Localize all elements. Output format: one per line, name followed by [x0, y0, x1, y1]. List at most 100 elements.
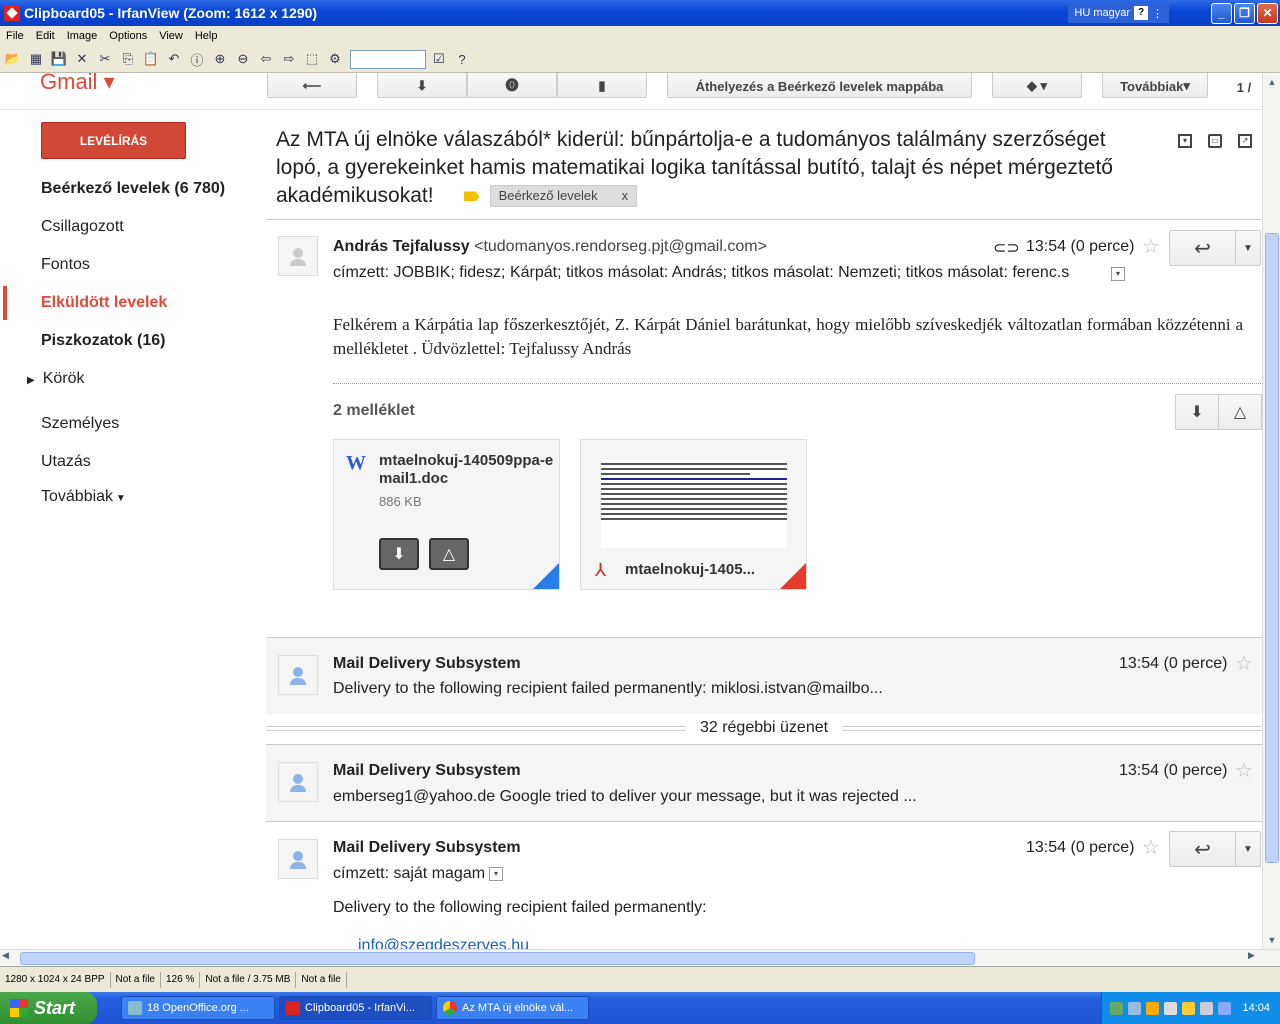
undo-icon[interactable]: ↶ [164, 49, 184, 69]
sidebar-item-personal[interactable]: Személyes [41, 415, 119, 433]
menu-file[interactable]: File [0, 30, 30, 42]
sidebar-item-more[interactable]: Továbbiak ▼ [41, 488, 126, 506]
delete-button[interactable]: ▮ [557, 73, 647, 98]
more-actions-icon[interactable]: ▼ [1236, 832, 1260, 866]
attachment-card[interactable]: ⅄ mtaelnokuj-1405... [580, 439, 807, 590]
sidebar-item-starred[interactable]: Csillagozott [41, 218, 124, 236]
zoom-in-icon[interactable]: ⊕ [210, 49, 230, 69]
menu-help[interactable]: Help [189, 30, 224, 42]
sender-name[interactable]: Mail Delivery Subsystem [333, 839, 521, 857]
sender-name[interactable]: András Tejfalussy <tudomanyos.rendorseg.… [333, 238, 767, 256]
taskbar-item-openoffice[interactable]: 18 OpenOffice.org ... [121, 996, 275, 1020]
scroll-down-icon[interactable]: ▼ [1264, 932, 1280, 948]
message-collapsed[interactable] [266, 744, 1262, 821]
thumbnails-icon[interactable]: ⬚ [302, 49, 322, 69]
tray-icon[interactable] [1110, 1001, 1124, 1015]
older-messages-bar[interactable]: 32 régebbi üzenet [266, 714, 1262, 742]
scroll-up-icon[interactable]: ▲ [1264, 74, 1280, 90]
slideshow-icon[interactable]: ▦ [26, 49, 46, 69]
new-window-icon[interactable]: ↗ [1238, 134, 1252, 148]
open-icon[interactable]: 📂 [3, 49, 23, 69]
download-all-button[interactable]: ⬇ [1175, 394, 1219, 430]
horizontal-scrollbar[interactable]: ◀ ▶ [0, 949, 1280, 966]
language-options-icon[interactable]: ⋮ [1152, 7, 1163, 20]
labels-button[interactable]: ◆ ▾ [992, 73, 1082, 98]
about-icon[interactable]: ? [452, 49, 472, 69]
sender-name[interactable]: Mail Delivery Subsystem [333, 762, 521, 780]
compose-button[interactable]: LEVÉLÍRÁS [41, 122, 186, 159]
taskbar-item-irfanview[interactable]: Clipboard05 - IrfanVi... [279, 996, 432, 1020]
move-to-inbox-button[interactable]: Áthelyezés a Beérkező levelek mappába [667, 73, 972, 98]
previous-icon[interactable]: ⇦ [256, 49, 276, 69]
maximize-button[interactable]: ❐ [1234, 2, 1255, 24]
zoom-out-icon[interactable]: ⊖ [233, 49, 253, 69]
more-button[interactable]: Továbbiak ▾ [1102, 73, 1208, 98]
sidebar-item-circles[interactable]: ▶ Körök [27, 370, 85, 388]
minimize-button[interactable]: _ [1211, 2, 1232, 24]
scroll-left-icon[interactable]: ◀ [2, 950, 9, 961]
message-collapsed[interactable] [266, 637, 1262, 714]
paste-icon[interactable]: 📋 [141, 49, 161, 69]
expand-all-icon[interactable]: ▾ [1178, 134, 1192, 148]
more-actions-icon[interactable]: ▼ [1236, 231, 1260, 265]
recipients-expand-icon[interactable]: ▾ [1111, 267, 1125, 281]
sender-name[interactable]: Mail Delivery Subsystem [333, 655, 521, 673]
sidebar-item-inbox[interactable]: Beérkező levelek (6 780) [41, 180, 225, 198]
menu-view[interactable]: View [153, 30, 189, 42]
scroll-thumb[interactable] [20, 952, 975, 965]
security-shield-icon[interactable] [1182, 1001, 1196, 1015]
tray-icon[interactable] [1164, 1001, 1178, 1015]
reply-icon[interactable]: ↩ [1170, 231, 1236, 265]
recipient-link[interactable]: info@szegdeszerves.hu [358, 937, 529, 949]
back-button[interactable]: ⟵ [267, 73, 357, 98]
drive-icon[interactable]: △ [429, 538, 469, 570]
scroll-right-icon[interactable]: ▶ [1248, 950, 1255, 961]
help-icon[interactable]: ? [1134, 6, 1148, 20]
sidebar-item-important[interactable]: Fontos [41, 256, 90, 274]
tray-icon[interactable] [1146, 1001, 1160, 1015]
sidebar-item-sent[interactable]: Elküldött levelek [41, 294, 167, 312]
sidebar-item-travel[interactable]: Utazás [41, 453, 91, 471]
menu-edit[interactable]: Edit [30, 30, 61, 42]
close-button[interactable]: ✕ [1257, 2, 1278, 24]
next-icon[interactable]: ⇨ [279, 49, 299, 69]
tray-icon[interactable] [1200, 1001, 1214, 1015]
star-icon[interactable]: ☆ [1142, 835, 1160, 860]
archive-button[interactable]: ⬇ [377, 73, 467, 98]
start-button[interactable]: Start [0, 992, 97, 1024]
vertical-scrollbar[interactable]: ▲ ▼ [1262, 73, 1280, 949]
delete-icon[interactable]: ✕ [72, 49, 92, 69]
network-icon[interactable] [1128, 1001, 1142, 1015]
reply-button[interactable]: ↩ ▼ [1169, 831, 1261, 867]
info-icon[interactable]: ⓘ [187, 49, 207, 69]
print-icon[interactable]: ▭ [1208, 134, 1222, 148]
cut-icon[interactable]: ✂ [95, 49, 115, 69]
star-icon[interactable]: ☆ [1142, 234, 1160, 259]
copy-icon[interactable]: ⎘ [118, 49, 138, 69]
paint-icon[interactable]: ☑ [429, 49, 449, 69]
attachment-card[interactable]: W mtaelnokuj-140509ppa-email1.doc 886 KB… [333, 439, 560, 590]
label-chip[interactable]: Beérkező levelek x [489, 185, 638, 208]
menu-options[interactable]: Options [103, 30, 153, 42]
remove-label-icon[interactable]: x [622, 188, 629, 203]
star-icon[interactable]: ☆ [1235, 651, 1253, 676]
volume-icon[interactable] [1218, 1001, 1232, 1015]
settings-icon[interactable]: ⚙ [325, 49, 345, 69]
sidebar-item-drafts[interactable]: Piszkozatok (16) [41, 332, 165, 350]
download-icon[interactable]: ⬇ [379, 538, 419, 570]
taskbar-item-chrome[interactable]: Az MTA új elnöke vál... [436, 996, 589, 1020]
gmail-logo[interactable]: Gmail ▾ [40, 73, 115, 95]
menu-image[interactable]: Image [61, 30, 104, 42]
report-spam-button[interactable]: ⓿ [467, 73, 557, 98]
importance-marker-icon[interactable] [463, 191, 480, 202]
clock[interactable]: 14:04 [1242, 1002, 1270, 1014]
reply-button[interactable]: ↩ ▼ [1169, 230, 1261, 266]
save-icon[interactable]: 💾 [49, 49, 69, 69]
reply-icon[interactable]: ↩ [1170, 832, 1236, 866]
recipients-expand-icon[interactable]: ▾ [489, 866, 504, 881]
toolbar-input[interactable] [350, 49, 426, 69]
save-to-drive-button[interactable]: △ [1218, 394, 1262, 430]
language-indicator[interactable]: HU magyar ? ⋮ [1068, 3, 1169, 23]
star-icon[interactable]: ☆ [1235, 758, 1253, 783]
scroll-thumb[interactable] [1265, 233, 1279, 863]
